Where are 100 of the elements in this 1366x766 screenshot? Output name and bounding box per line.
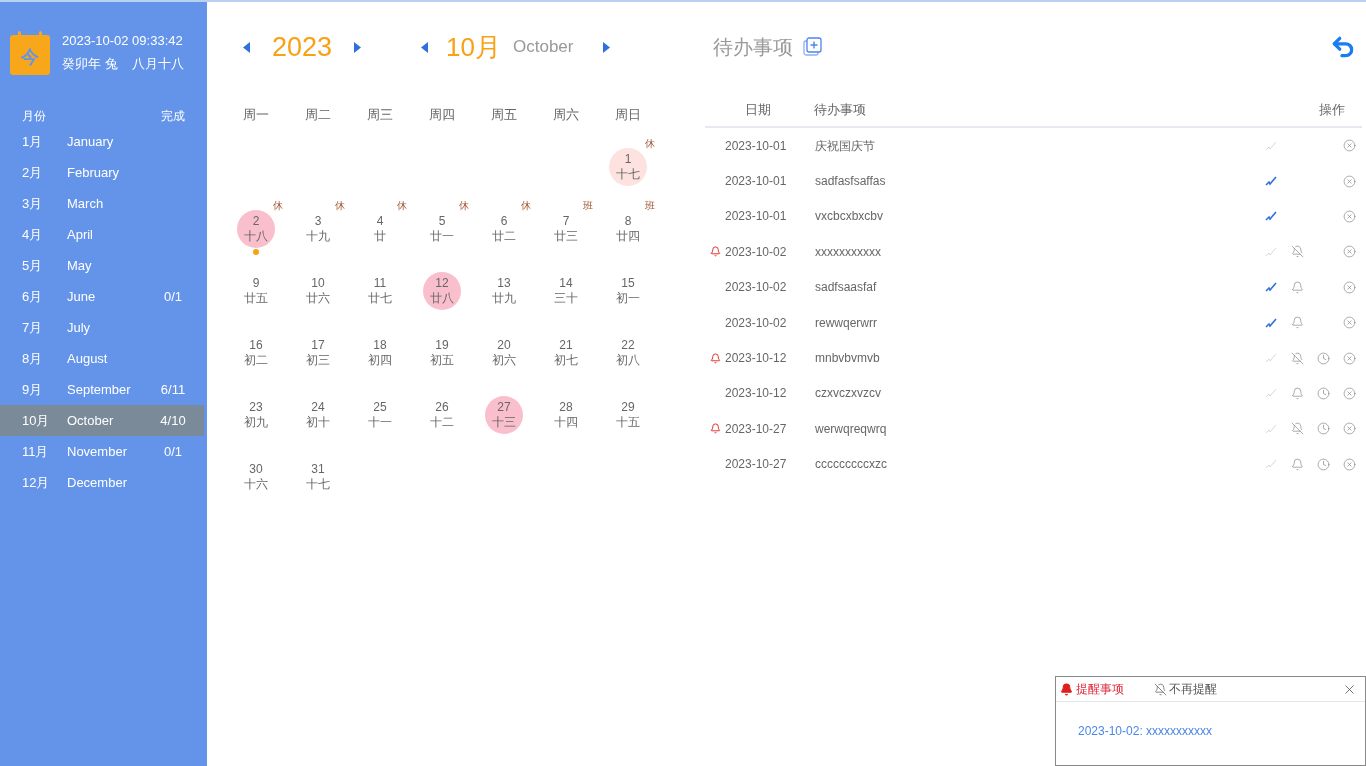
bell-off-icon[interactable]: [1290, 245, 1304, 259]
todo-date: 2023-10-12: [725, 385, 788, 403]
check-icon[interactable]: [1265, 387, 1277, 400]
column-header: 完成: [161, 108, 185, 125]
bell-icon[interactable]: [1290, 386, 1304, 400]
lunar-date: 八月十八: [131, 55, 184, 73]
day-cell[interactable]: 4 廿: [361, 210, 399, 248]
delete-icon[interactable]: [1342, 139, 1356, 153]
clock-icon[interactable]: [1316, 422, 1330, 436]
day-cell[interactable]: 10 廿六: [299, 272, 337, 310]
next-year-arrow[interactable]: [354, 41, 362, 53]
day-cell[interactable]: 26 十二: [423, 396, 461, 434]
bell-icon: [1060, 682, 1073, 696]
mute-button[interactable]: 不再提醒: [1154, 680, 1217, 698]
lunar-year: 癸卯年 兔: [62, 55, 118, 73]
current-datetime: 2023-10-02 09:33:42: [62, 31, 184, 50]
delete-icon[interactable]: [1342, 280, 1356, 294]
next-month-arrow[interactable]: [603, 41, 611, 53]
delete-icon[interactable]: [1342, 245, 1356, 259]
column-header: 操作: [1318, 101, 1346, 120]
day-cell[interactable]: 14 三十: [547, 272, 585, 310]
day-cell[interactable]: 16 初二: [237, 334, 275, 372]
delete-icon[interactable]: [1342, 316, 1356, 330]
check-icon[interactable]: [1265, 458, 1277, 471]
delete-icon[interactable]: [1342, 422, 1356, 436]
day-cell[interactable]: 23 初九: [237, 396, 275, 434]
bell-icon[interactable]: [1290, 457, 1304, 471]
clock-icon[interactable]: [1316, 457, 1330, 471]
delete-icon[interactable]: [1342, 209, 1356, 223]
day-cell[interactable]: 3 十九: [299, 210, 337, 248]
todo-date: 2023-10-12: [725, 350, 788, 368]
day-cell[interactable]: 18 初四: [361, 334, 399, 372]
bell-off-icon[interactable]: [1290, 351, 1304, 365]
back-icon[interactable]: [1330, 34, 1356, 60]
day-cell[interactable]: 21 初七: [547, 334, 585, 372]
todo-date: 2023-10-02: [725, 279, 788, 297]
day-cell[interactable]: 5 廿一: [423, 210, 461, 248]
add-icon[interactable]: [803, 37, 823, 57]
holiday-label: 休: [645, 137, 655, 151]
check-icon[interactable]: [1265, 281, 1277, 294]
bell-icon[interactable]: [1290, 280, 1304, 294]
todo-date: 2023-10-02: [725, 243, 788, 261]
day-cell[interactable]: 2 十八: [237, 210, 275, 248]
check-icon[interactable]: [1265, 139, 1277, 152]
holiday-label: 班: [583, 199, 593, 213]
reminder-message: 2023-10-02: xxxxxxxxxxx: [1078, 723, 1214, 740]
check-icon[interactable]: [1265, 210, 1277, 223]
day-cell[interactable]: 29 十五: [609, 396, 647, 434]
previous-year-arrow[interactable]: [243, 41, 250, 53]
holiday-label: 休: [273, 199, 283, 213]
day-cell[interactable]: 9 廿五: [237, 272, 275, 310]
day-cell[interactable]: 7 廿三: [547, 210, 585, 248]
popup-title: 提醒事项: [1076, 681, 1124, 698]
weekday-label: 周三: [367, 106, 393, 125]
day-cell[interactable]: 30 十六: [237, 458, 275, 496]
check-icon[interactable]: [1265, 175, 1277, 188]
column-header: 日期: [744, 101, 772, 120]
check-icon[interactable]: [1265, 245, 1277, 258]
todo-date: 2023-10-27: [725, 420, 788, 438]
clock-icon[interactable]: [1316, 351, 1330, 365]
previous-month-arrow[interactable]: [421, 41, 429, 53]
bell-icon[interactable]: [1290, 316, 1304, 330]
day-cell[interactable]: 1 十七: [609, 148, 647, 186]
day-cell[interactable]: 15 初一: [609, 272, 647, 310]
day-cell[interactable]: 17 初三: [299, 334, 337, 372]
day-cell[interactable]: 11 廿七: [361, 272, 399, 310]
day-cell[interactable]: 8 廿四: [609, 210, 647, 248]
todo-text: xxxxxxxxxxx: [815, 243, 882, 261]
delete-icon[interactable]: [1342, 457, 1356, 471]
day-cell[interactable]: 19 初五: [423, 334, 461, 372]
weekday-label: 周四: [429, 106, 455, 125]
bell-off-icon[interactable]: [1290, 422, 1304, 436]
todo-date: 2023-10-01: [725, 208, 788, 226]
column-header: 月份: [22, 108, 46, 125]
delete-icon[interactable]: [1342, 386, 1356, 400]
day-cell[interactable]: 13 廿九: [485, 272, 523, 310]
check-icon[interactable]: [1265, 316, 1277, 329]
day-cell[interactable]: 6 廿二: [485, 210, 523, 248]
delete-icon[interactable]: [1342, 351, 1356, 365]
day-cell[interactable]: 27 十三: [485, 396, 523, 434]
todo-text: rewwqerwrr: [815, 314, 878, 332]
day-cell[interactable]: 12 廿八: [423, 272, 461, 310]
todo-date: 2023-10-02: [725, 314, 788, 332]
check-icon[interactable]: [1265, 422, 1277, 435]
todo-date: 2023-10-01: [725, 137, 788, 155]
day-cell[interactable]: 31 十七: [299, 458, 337, 496]
todo-text: vxcbcxbxcbv: [815, 208, 885, 226]
check-icon[interactable]: [1265, 352, 1277, 365]
clock-icon[interactable]: [1316, 386, 1330, 400]
day-cell[interactable]: 25 十一: [361, 396, 399, 434]
todo-text: mnbvbvmvb: [815, 350, 881, 368]
month-item[interactable]: 10月 October 4/10: [0, 405, 204, 436]
todo-text: sadfsaasfaf: [815, 279, 878, 297]
day-cell[interactable]: 28 十四: [547, 396, 585, 434]
day-cell[interactable]: 22 初八: [609, 334, 647, 372]
day-cell[interactable]: 20 初六: [485, 334, 523, 372]
day-cell[interactable]: 24 初十: [299, 396, 337, 434]
weekday-label: 周六: [553, 106, 579, 125]
todo-text: 庆祝国庆节: [815, 137, 876, 155]
delete-icon[interactable]: [1342, 174, 1356, 188]
